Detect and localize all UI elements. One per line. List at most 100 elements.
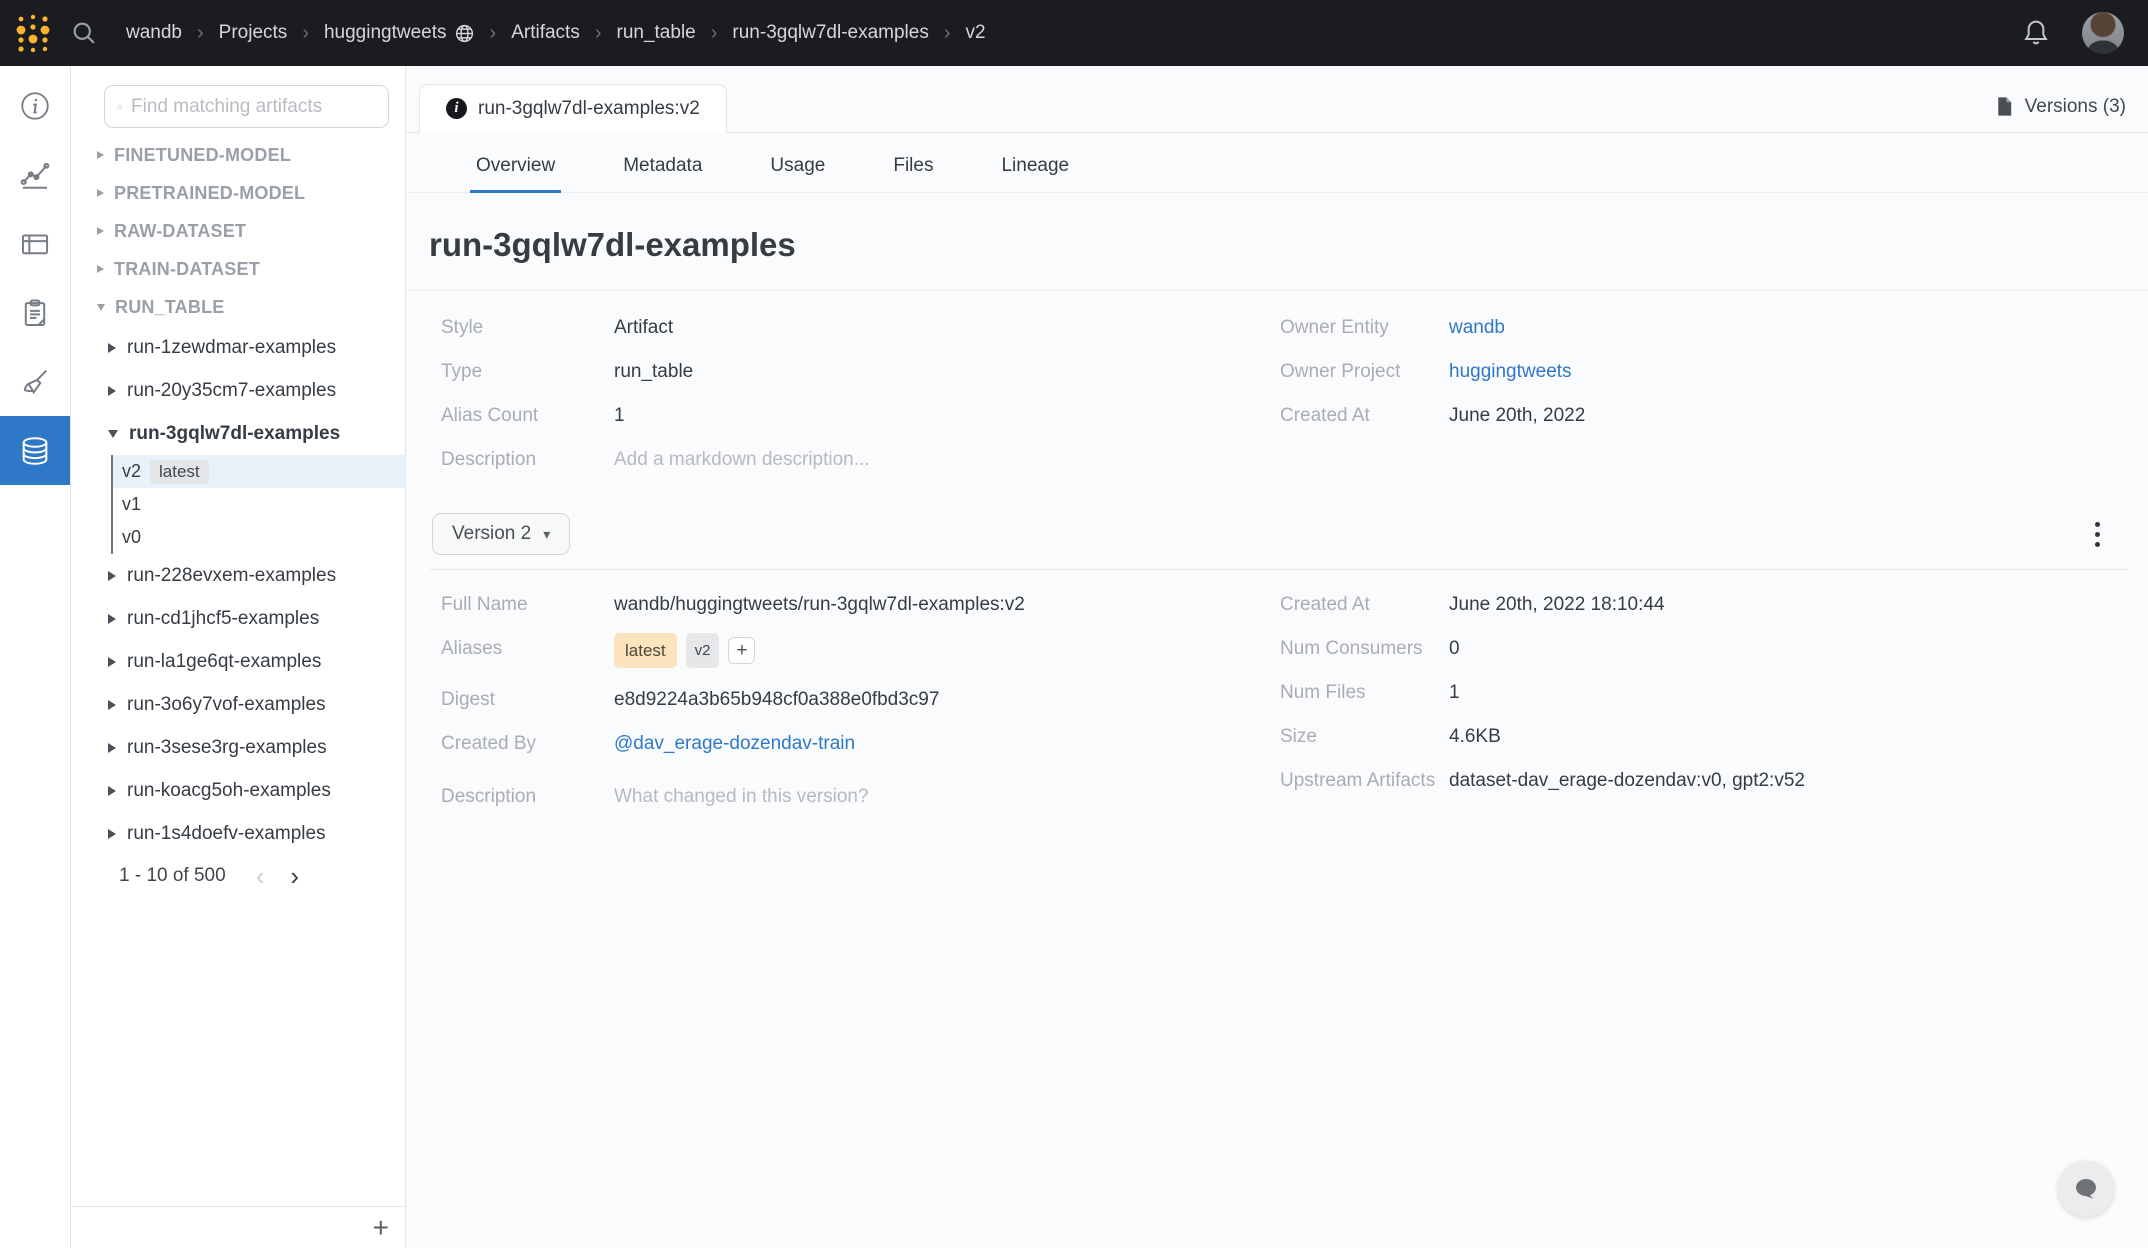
run-label: run-1zewdmar-examples — [127, 337, 336, 359]
breadcrumb-version[interactable]: v2 — [966, 22, 986, 44]
version-menu-button[interactable] — [2089, 516, 2106, 553]
field-upstream-artifacts: Upstream Artifacts dataset-dav_erage-doz… — [1280, 768, 2128, 793]
tree-category-raw-dataset[interactable]: RAW-DATASET — [71, 212, 405, 250]
version-item-v2[interactable]: v2 latest — [113, 455, 405, 488]
tree-category-label: RAW-DATASET — [114, 221, 246, 242]
tree-category-pretrained-model[interactable]: PRETRAINED-MODEL — [71, 174, 405, 212]
chevron-right-icon — [108, 786, 116, 796]
main-content: i run-3gqlw7dl-examples:v2 Versions (3) … — [406, 66, 2148, 1248]
owner-project-link[interactable]: huggingtweets — [1449, 359, 1572, 384]
breadcrumb-separator: › — [944, 22, 951, 45]
version-selector[interactable]: Version 2 ▾ — [432, 513, 570, 555]
tree-run-item[interactable]: run-la1ge6qt-examples — [71, 640, 405, 683]
tree-run-item[interactable]: run-1zewdmar-examples — [71, 326, 405, 369]
field-label: Owner Project — [1280, 359, 1449, 384]
rail-item-reports[interactable] — [0, 278, 70, 347]
run-label: run-20y35cm7-examples — [127, 380, 336, 402]
field-label: Num Files — [1280, 680, 1449, 705]
owner-entity-link[interactable]: wandb — [1449, 315, 1505, 340]
description-placeholder[interactable]: Add a markdown description... — [614, 447, 870, 472]
artifact-tab-label: run-3gqlw7dl-examples:v2 — [478, 98, 700, 120]
versions-button[interactable]: Versions (3) — [1993, 95, 2126, 118]
kebab-dot — [2095, 532, 2100, 537]
alias-tags: latest v2 + — [614, 633, 755, 668]
notifications-bell-icon[interactable] — [2020, 17, 2052, 49]
field-alias-count: Alias Count 1 — [441, 403, 1280, 428]
rail-item-charts[interactable] — [0, 140, 70, 209]
pagination: 1 - 10 of 500 ‹ › — [71, 865, 405, 887]
field-owner-project: Owner Project huggingtweets — [1280, 359, 2128, 384]
breadcrumb-artifact-name[interactable]: run-3gqlw7dl-examples — [732, 22, 928, 44]
breadcrumb-entity[interactable]: wandb — [126, 22, 182, 44]
breadcrumb-artifact-type[interactable]: run_table — [617, 22, 696, 44]
breadcrumb-separator: › — [302, 22, 309, 45]
created-by-link[interactable]: @dav_erage-dozendav-train — [614, 731, 855, 756]
field-label: Created At — [1280, 403, 1449, 428]
tree-run-item[interactable]: run-1s4doefv-examples — [71, 812, 405, 855]
tree-category-run-table[interactable]: RUN_TABLE — [71, 288, 405, 326]
topbar: wandb › Projects › huggingtweets › Artif… — [0, 0, 2148, 66]
version-left-column: Full Name wandb/huggingtweets/run-3gqlw7… — [441, 592, 1280, 828]
tree-category-label: FINETUNED-MODEL — [114, 145, 291, 166]
field-digest: Digest e8d9224a3b65b948cf0a388e0fbd3c97 — [441, 687, 1280, 712]
breadcrumb-separator: › — [490, 22, 497, 45]
tab-metadata[interactable]: Metadata — [617, 149, 708, 193]
rail-item-tables[interactable] — [0, 209, 70, 278]
add-artifact-button[interactable]: + — [373, 1214, 389, 1242]
version-right-column: Created At June 20th, 2022 18:10:44 Num … — [1280, 592, 2128, 828]
tab-usage[interactable]: Usage — [764, 149, 831, 193]
rail-item-overview[interactable] — [0, 71, 70, 140]
run-label: run-koacg5oh-examples — [127, 780, 331, 802]
field-version-description: Description What changed in this version… — [441, 784, 1280, 809]
wandb-logo[interactable] — [10, 9, 56, 57]
chat-button[interactable] — [2058, 1161, 2114, 1217]
pagination-next-button[interactable]: › — [290, 866, 299, 886]
field-value: 4.6KB — [1449, 724, 1501, 749]
field-size: Size 4.6KB — [1280, 724, 2128, 749]
info-circle-icon: i — [446, 98, 467, 119]
rail-item-sweeps[interactable] — [0, 347, 70, 416]
field-label: Aliases — [441, 636, 614, 661]
chevron-right-icon — [108, 700, 116, 710]
version-label: v2 — [122, 461, 141, 482]
breadcrumb-project[interactable]: huggingtweets — [324, 22, 447, 44]
version-item-v1[interactable]: v1 — [113, 488, 405, 521]
run-label: run-3gqlw7dl-examples — [129, 423, 340, 445]
global-search-button[interactable] — [70, 18, 100, 48]
field-created-by: Created By @dav_erage-dozendav-train — [441, 731, 1280, 756]
tab-overview[interactable]: Overview — [470, 149, 561, 193]
chevron-right-icon — [108, 829, 116, 839]
tree-run-item[interactable]: run-cd1jhcf5-examples — [71, 597, 405, 640]
field-value: 1 — [1449, 680, 1460, 705]
chevron-right-icon — [108, 614, 116, 624]
tree-run-item[interactable]: run-20y35cm7-examples — [71, 369, 405, 412]
add-alias-button[interactable]: + — [728, 637, 755, 664]
user-avatar[interactable] — [2082, 12, 2124, 54]
field-label: Created At — [1280, 592, 1449, 617]
chevron-right-icon — [108, 743, 116, 753]
alias-tag-latest[interactable]: latest — [614, 633, 677, 668]
breadcrumb-artifacts[interactable]: Artifacts — [511, 22, 580, 44]
breadcrumb-projects[interactable]: Projects — [219, 22, 288, 44]
tab-files[interactable]: Files — [887, 149, 939, 193]
workspace-tabbar: i run-3gqlw7dl-examples:v2 Versions (3) — [406, 66, 2148, 133]
version-description-placeholder[interactable]: What changed in this version? — [614, 784, 869, 809]
rail-item-artifacts[interactable] — [0, 416, 70, 485]
tree-run-item[interactable]: run-3o6y7vof-examples — [71, 683, 405, 726]
tab-lineage[interactable]: Lineage — [995, 149, 1075, 193]
field-num-files: Num Files 1 — [1280, 680, 2128, 705]
pagination-prev-button[interactable]: ‹ — [256, 866, 265, 886]
tree-run-item[interactable]: run-228evxem-examples — [71, 554, 405, 597]
tree-category-train-dataset[interactable]: TRAIN-DATASET — [71, 250, 405, 288]
artifact-tab[interactable]: i run-3gqlw7dl-examples:v2 — [419, 84, 727, 133]
tree-run-item[interactable]: run-koacg5oh-examples — [71, 769, 405, 812]
tree-run-item-expanded[interactable]: run-3gqlw7dl-examples — [71, 412, 405, 455]
breadcrumb-separator: › — [595, 22, 602, 45]
version-list: v2 latest v1 v0 — [111, 455, 405, 554]
tree-run-item[interactable]: run-3sese3rg-examples — [71, 726, 405, 769]
artifact-search-input[interactable] — [131, 96, 376, 118]
alias-tag-v2[interactable]: v2 — [686, 633, 720, 668]
version-item-v0[interactable]: v0 — [113, 521, 405, 554]
tree-category-finetuned-model[interactable]: FINETUNED-MODEL — [71, 136, 405, 174]
chevron-right-icon — [108, 571, 116, 581]
